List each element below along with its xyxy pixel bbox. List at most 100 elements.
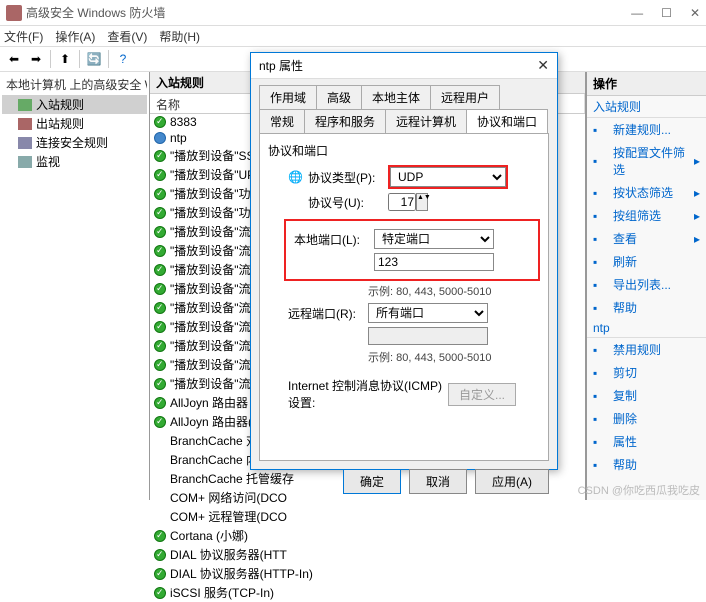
chevron-right-icon: ▸ bbox=[694, 154, 700, 168]
menu-file[interactable]: 文件(F) bbox=[4, 28, 43, 45]
ok-button[interactable]: 确定 bbox=[343, 469, 401, 494]
apply-button[interactable]: 应用(A) bbox=[475, 469, 549, 494]
example-text-1: 示例: 80, 443, 5000-5010 bbox=[368, 283, 540, 299]
rule-status-icon bbox=[154, 549, 166, 561]
rule-row[interactable]: iSCSI 服务(TCP-In) bbox=[150, 583, 585, 602]
menu-bar: 文件(F) 操作(A) 查看(V) 帮助(H) bbox=[0, 26, 706, 46]
actions-section-ntp: ntp bbox=[587, 319, 706, 338]
rule-status-icon bbox=[154, 302, 166, 314]
action-label: 帮助 bbox=[613, 299, 700, 316]
rule-row[interactable]: COM+ 远程管理(DCO bbox=[150, 507, 585, 526]
dialog-tab[interactable]: 程序和服务 bbox=[304, 109, 386, 133]
rule-status-icon bbox=[154, 150, 166, 162]
dialog-close-icon[interactable]: ✕ bbox=[537, 57, 549, 74]
dialog-tab[interactable]: 高级 bbox=[316, 85, 362, 109]
dialog-tab[interactable]: 常规 bbox=[259, 109, 305, 133]
action-item[interactable]: ▪导出列表... bbox=[587, 273, 706, 296]
dialog-tab[interactable]: 作用域 bbox=[259, 85, 317, 109]
tree-item[interactable]: 入站规则 bbox=[2, 95, 147, 114]
dialog-tab[interactable]: 远程计算机 bbox=[385, 109, 467, 133]
refresh-icon[interactable]: 🔄 bbox=[84, 49, 104, 69]
protocol-number-input[interactable] bbox=[388, 193, 416, 211]
example-text-2: 示例: 80, 443, 5000-5010 bbox=[368, 349, 540, 365]
close-button[interactable]: ✕ bbox=[690, 6, 700, 20]
rule-status-icon bbox=[154, 416, 166, 428]
action-icon: ▪ bbox=[593, 209, 607, 223]
rule-status-icon bbox=[154, 530, 166, 542]
spinner-icon[interactable]: ▲▼ bbox=[416, 193, 428, 211]
action-item[interactable]: ▪查看▸ bbox=[587, 227, 706, 250]
dialog-title: ntp 属性 bbox=[259, 57, 537, 74]
group-protocol-ports: 协议和端口 bbox=[268, 142, 540, 159]
rule-name: DIAL 协议服务器(HTT bbox=[170, 546, 287, 563]
protocol-type-select[interactable]: UDP bbox=[390, 167, 506, 187]
rule-name: COM+ 远程管理(DCO bbox=[170, 508, 287, 525]
action-icon: ▪ bbox=[593, 412, 607, 426]
action-label: 禁用规则 bbox=[613, 341, 700, 358]
action-label: 帮助 bbox=[613, 456, 700, 473]
cancel-button[interactable]: 取消 bbox=[409, 469, 467, 494]
tree-item[interactable]: 监视 bbox=[2, 152, 147, 171]
menu-help[interactable]: 帮助(H) bbox=[159, 28, 200, 45]
action-label: 删除 bbox=[613, 410, 700, 427]
rule-row[interactable]: Cortana (小娜) bbox=[150, 526, 585, 545]
action-label: 导出列表... bbox=[613, 276, 700, 293]
action-item[interactable]: ▪按组筛选▸ bbox=[587, 204, 706, 227]
action-icon: ▪ bbox=[593, 366, 607, 380]
local-port-type-select[interactable]: 特定端口 bbox=[374, 229, 494, 249]
minimize-button[interactable]: — bbox=[631, 6, 643, 20]
tree-root[interactable]: 本地计算机 上的高级安全 Win bbox=[2, 74, 147, 95]
action-label: 复制 bbox=[613, 387, 700, 404]
action-label: 属性 bbox=[613, 433, 700, 450]
tree-item[interactable]: 连接安全规则 bbox=[2, 133, 147, 152]
action-icon: ▪ bbox=[593, 301, 607, 315]
rule-row[interactable]: DIAL 协议服务器(HTT bbox=[150, 545, 585, 564]
action-item[interactable]: ▪新建规则... bbox=[587, 118, 706, 141]
remote-port-input[interactable] bbox=[368, 327, 488, 345]
action-item[interactable]: ▪复制 bbox=[587, 384, 706, 407]
tree-icon bbox=[18, 118, 32, 130]
tree-label: 入站规则 bbox=[36, 96, 84, 113]
tree-label: 出站规则 bbox=[36, 115, 84, 132]
rule-row[interactable]: DIAL 协议服务器(HTTP-In) bbox=[150, 564, 585, 583]
rule-name: ntp bbox=[170, 131, 187, 145]
action-item[interactable]: ▪ 帮助 bbox=[587, 296, 706, 319]
icmp-customize-button: 自定义... bbox=[448, 383, 516, 406]
action-item[interactable]: ▪属性 bbox=[587, 430, 706, 453]
watermark: CSDN @你吃西瓜我吃皮 bbox=[578, 482, 700, 498]
action-item[interactable]: ▪按状态筛选▸ bbox=[587, 181, 706, 204]
actions-pane: 操作 入站规则 ▪新建规则...▪按配置文件筛选▸▪按状态筛选▸▪按组筛选▸▪查… bbox=[586, 72, 706, 500]
label-protocol-number: 协议号(U): bbox=[308, 194, 388, 211]
rule-status-icon bbox=[154, 397, 166, 409]
dialog-tab[interactable]: 本地主体 bbox=[361, 85, 431, 109]
dialog-tab[interactable]: 远程用户 bbox=[430, 85, 500, 109]
action-item[interactable]: ▪帮助 bbox=[587, 453, 706, 476]
action-item[interactable]: ▪禁用规则 bbox=[587, 338, 706, 361]
action-item[interactable]: ▪刷新 bbox=[587, 250, 706, 273]
tree-label: 连接安全规则 bbox=[36, 134, 108, 151]
back-icon[interactable]: ⬅ bbox=[4, 49, 24, 69]
local-port-input[interactable] bbox=[374, 253, 494, 271]
remote-port-type-select[interactable]: 所有端口 bbox=[368, 303, 488, 323]
rule-status-icon bbox=[154, 245, 166, 257]
action-icon: ▪ bbox=[593, 232, 607, 246]
action-item[interactable]: ▪按配置文件筛选▸ bbox=[587, 141, 706, 181]
action-item[interactable]: ▪剪切 bbox=[587, 361, 706, 384]
action-label: 按状态筛选 bbox=[613, 184, 688, 201]
action-item[interactable]: ▪ 删除 bbox=[587, 407, 706, 430]
actions-section-inbound: 入站规则 bbox=[587, 96, 706, 118]
tree-item[interactable]: 出站规则 bbox=[2, 114, 147, 133]
rule-status-icon bbox=[154, 283, 166, 295]
nav-tree: 本地计算机 上的高级安全 Win 入站规则出站规则连接安全规则监视 bbox=[0, 72, 150, 500]
forward-icon[interactable]: ➡ bbox=[26, 49, 46, 69]
rule-name: 8383 bbox=[170, 115, 197, 129]
help-icon[interactable]: ? bbox=[113, 49, 133, 69]
menu-action[interactable]: 操作(A) bbox=[55, 28, 95, 45]
up-icon[interactable]: ⬆ bbox=[55, 49, 75, 69]
tree-icon bbox=[18, 137, 32, 149]
maximize-button[interactable]: ☐ bbox=[661, 6, 672, 20]
chevron-right-icon: ▸ bbox=[694, 186, 700, 200]
dialog-tab[interactable]: 协议和端口 bbox=[466, 109, 548, 133]
menu-view[interactable]: 查看(V) bbox=[107, 28, 147, 45]
label-remote-port: 远程端口(R): bbox=[288, 305, 368, 322]
